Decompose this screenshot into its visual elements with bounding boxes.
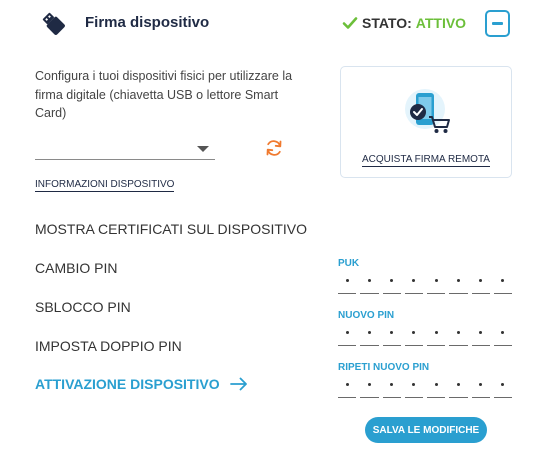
repeat-pin-digit[interactable] (404, 376, 423, 398)
collapse-button[interactable] (485, 10, 510, 37)
new-pin-digit[interactable] (404, 324, 423, 346)
buy-remote-signature-label: ACQUISTA FIRMA REMOTA (362, 154, 490, 167)
new-pin-digit[interactable] (449, 324, 468, 346)
menu-item-device-activation-label: ATTIVAZIONE DISPOSITIVO (35, 376, 220, 392)
menu-item-show-certificates[interactable]: MOSTRA CERTIFICATI SUL DISPOSITIVO (35, 221, 307, 237)
repeat-pin-digit[interactable] (427, 376, 446, 398)
new-pin-digit[interactable] (360, 324, 379, 346)
repeat-pin-digit[interactable] (449, 376, 468, 398)
menu-item-device-activation[interactable]: ATTIVAZIONE DISPOSITIVO (35, 376, 248, 392)
new-pin-digit[interactable] (427, 324, 446, 346)
status-value: ATTIVO (415, 15, 467, 31)
menu-item-change-pin[interactable]: CAMBIO PIN (35, 260, 117, 276)
chevron-down-icon (197, 146, 209, 152)
repeat-pin-digit[interactable] (382, 376, 401, 398)
refresh-icon[interactable] (264, 138, 284, 158)
puk-digit[interactable] (427, 272, 446, 294)
usb-key-icon (42, 12, 65, 35)
repeat-pin-digit[interactable] (493, 376, 512, 398)
save-changes-button[interactable]: SALVA LE MODIFICHE (365, 417, 487, 443)
device-info-link[interactable]: INFORMAZIONI DISPOSITIVO (35, 179, 175, 192)
smartphone-cart-icon (405, 89, 450, 133)
new-pin-label: NUOVO PIN (338, 310, 395, 321)
buy-remote-signature-card[interactable]: ACQUISTA FIRMA REMOTA (340, 66, 512, 178)
menu-item-unlock-pin[interactable]: SBLOCCO PIN (35, 299, 131, 315)
status-indicator: STATO: ATTIVO (342, 15, 466, 31)
puk-digit[interactable] (493, 272, 512, 294)
new-pin-digit[interactable] (493, 324, 512, 346)
puk-digit[interactable] (471, 272, 490, 294)
puk-digit[interactable] (338, 272, 357, 294)
status-label: STATO: (362, 15, 412, 31)
new-pin-digit[interactable] (471, 324, 490, 346)
puk-digit[interactable] (382, 272, 401, 294)
repeat-pin-input[interactable] (338, 376, 512, 398)
puk-digit[interactable] (449, 272, 468, 294)
new-pin-input[interactable] (338, 324, 512, 346)
repeat-pin-digit[interactable] (471, 376, 490, 398)
puk-label: PUK (338, 258, 360, 269)
new-pin-digit[interactable] (382, 324, 401, 346)
repeat-pin-digit[interactable] (338, 376, 357, 398)
repeat-pin-digit[interactable] (360, 376, 379, 398)
menu-item-double-pin[interactable]: IMPOSTA DOPPIO PIN (35, 338, 182, 354)
puk-digit[interactable] (360, 272, 379, 294)
section-description: Configura i tuoi dispositivi fisici per … (35, 69, 293, 120)
device-select[interactable] (35, 140, 215, 160)
repeat-pin-label: RIPETI NUOVO PIN (338, 362, 430, 373)
arrow-right-icon (229, 377, 247, 391)
new-pin-digit[interactable] (338, 324, 357, 346)
check-icon (342, 17, 358, 29)
page-title: Firma dispositivo (85, 14, 210, 31)
puk-digit[interactable] (404, 272, 423, 294)
puk-input[interactable] (338, 272, 512, 294)
